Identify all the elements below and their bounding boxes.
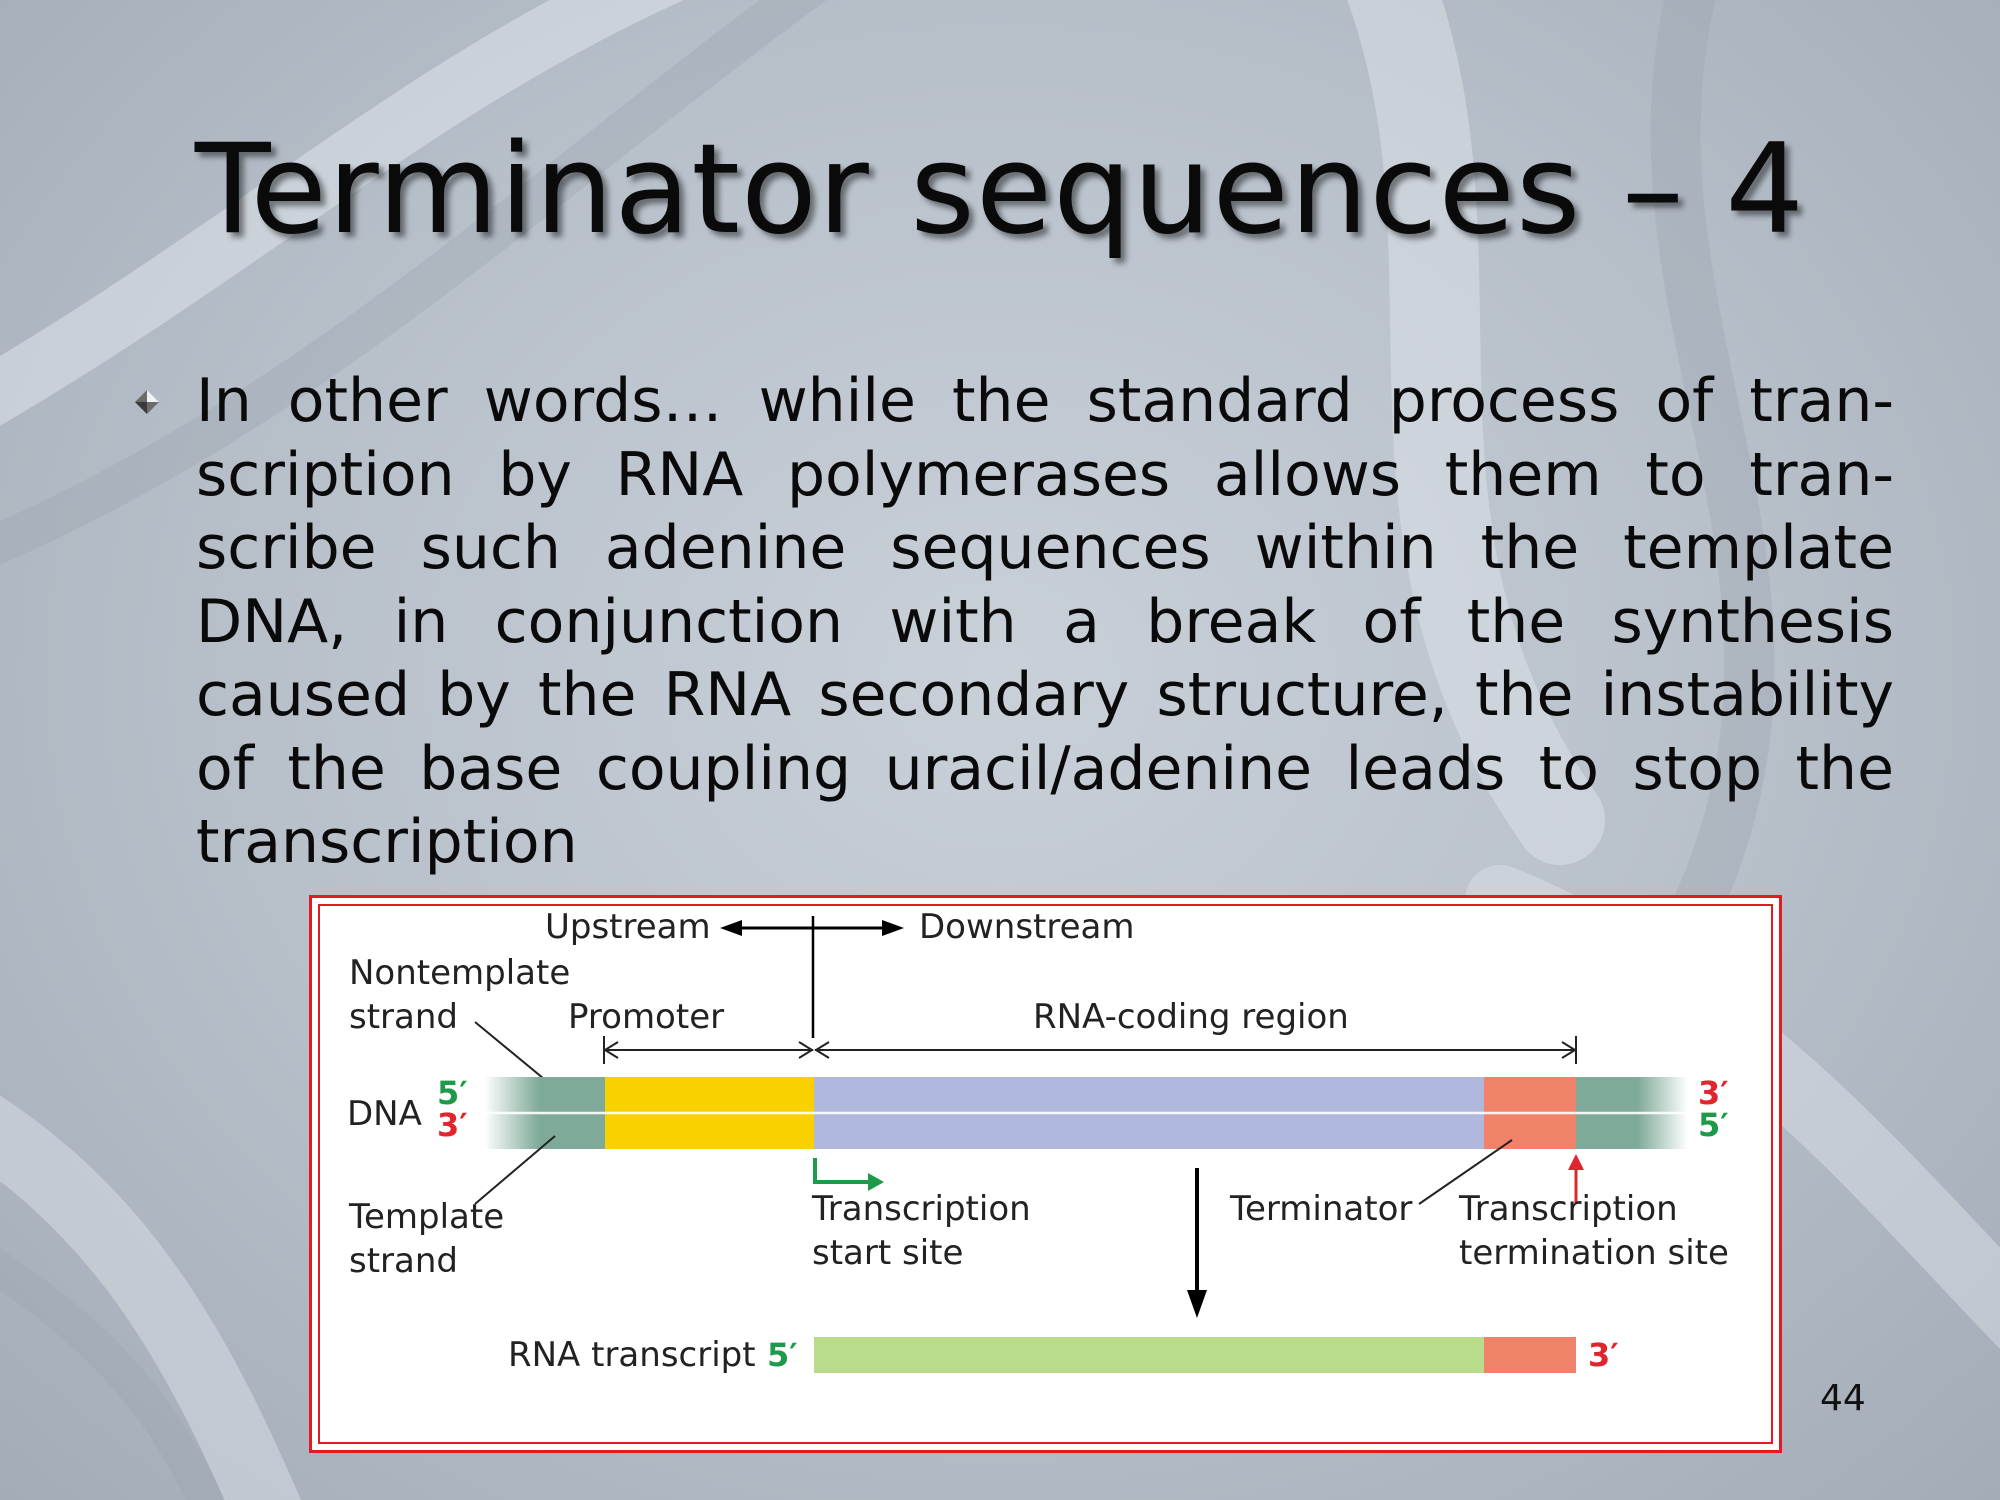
upstream-arrowhead bbox=[720, 920, 742, 936]
transcription-diagram: Upstream Downstream Nontemplate strand P… bbox=[347, 907, 1729, 1375]
rna-3prime: 3′ bbox=[1588, 1336, 1619, 1374]
dna-template-5prime: 5′ bbox=[1698, 1106, 1729, 1144]
start-site-label-line1: Transcription bbox=[811, 1189, 1031, 1229]
transcription-down-arrowhead bbox=[1187, 1290, 1207, 1318]
promoter-label: Promoter bbox=[568, 997, 724, 1037]
downstream-arrowhead bbox=[882, 920, 904, 936]
rna-5prime: 5′ bbox=[767, 1336, 798, 1374]
start-site-label-line2: start site bbox=[812, 1233, 963, 1273]
termination-site-label-line2: termination site bbox=[1459, 1233, 1729, 1273]
termination-site-arrowhead bbox=[1568, 1154, 1584, 1170]
page-number: 44 bbox=[1820, 1378, 1866, 1419]
template-label-line1: Template bbox=[348, 1197, 504, 1237]
rna-terminator-transcript bbox=[1484, 1337, 1576, 1373]
start-site-arrow-icon bbox=[813, 1158, 872, 1184]
termination-site-label-line1: Transcription bbox=[1458, 1189, 1678, 1229]
bullet-text: In other words… while the standard proce… bbox=[196, 366, 1894, 877]
downstream-label: Downstream bbox=[919, 907, 1135, 947]
dna-template-3prime: 3′ bbox=[437, 1106, 468, 1144]
diamond-bullet-icon bbox=[135, 390, 159, 414]
nontemplate-label-line2: strand bbox=[349, 997, 458, 1037]
rna-coding-transcript bbox=[814, 1337, 1484, 1373]
transcription-figure: Upstream Downstream Nontemplate strand P… bbox=[309, 895, 1782, 1453]
terminator-label: Terminator bbox=[1229, 1189, 1412, 1229]
nontemplate-label-line1: Nontemplate bbox=[349, 953, 570, 993]
template-label-line2: strand bbox=[349, 1241, 458, 1281]
dna-label: DNA bbox=[347, 1094, 422, 1134]
upstream-label: Upstream bbox=[545, 907, 711, 947]
slide-title: Terminator sequences – 4 bbox=[194, 118, 1806, 262]
rna-transcript-label: RNA transcript bbox=[508, 1335, 756, 1375]
coding-region-label: RNA-coding region bbox=[1033, 997, 1349, 1037]
